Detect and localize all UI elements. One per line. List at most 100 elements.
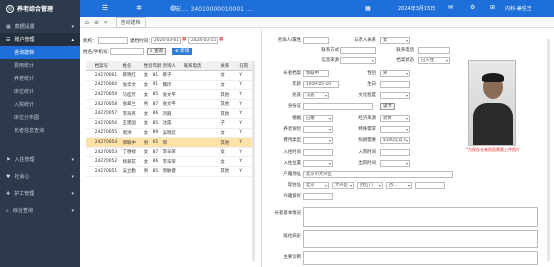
gender-select[interactable]: 男 <box>380 70 410 77</box>
fee-month-input[interactable] <box>380 149 410 156</box>
add-button[interactable]: ⊕ 新增 <box>172 48 193 55</box>
table-row[interactable]: 24270056 王建国女 85 沈霞子 Y <box>86 118 254 129</box>
hobby-input[interactable] <box>303 193 333 200</box>
table-row[interactable]: 24270051 吴立勤男 85 周敏健 其他 Y <box>86 166 254 177</box>
header-cell[interactable]: 联系电话 <box>182 61 220 72</box>
sidebar-item-care-stats[interactable]: 养老统计 <box>0 72 80 85</box>
table-row[interactable]: 24270058 张翠兰男 87 张文平 其他 Y <box>86 99 254 110</box>
table-row[interactable]: 24270060 张华文女 91 魏玲女 Y <box>86 80 254 91</box>
household-input[interactable]: 北京市大兴区 <box>303 171 453 178</box>
checkin-type-select[interactable] <box>303 160 333 167</box>
textarea-illness[interactable] <box>303 230 538 248</box>
sidebar-menu-query[interactable]: ⌕ 综合查询 ▾ <box>0 204 80 217</box>
table-row[interactable]: 24270053 丁德禄女 87 李辛荣女 Y <box>86 147 254 158</box>
table-row[interactable]: 24270057 李海英女 86 刘丽 其他 Y <box>86 108 254 120</box>
sidebar-item-admission-stats[interactable]: 入院统计 <box>0 98 80 111</box>
relation-select[interactable]: 女 <box>380 37 410 44</box>
fee-amount-select[interactable]: $100元以下 <box>380 137 410 144</box>
ethnic-select[interactable]: 汉族 <box>303 92 329 99</box>
label-archive: 长者档案 <box>283 71 301 76</box>
income-select[interactable]: 退休 <box>380 115 410 122</box>
date-from-input[interactable]: 2024-03-01 <box>151 37 181 44</box>
source-select[interactable] <box>340 57 376 64</box>
sidebar-item-bed-map[interactable]: 床位分布图 <box>0 111 80 124</box>
contact-input[interactable] <box>340 47 376 54</box>
gear-icon[interactable]: ⚙ <box>470 4 475 11</box>
query-input[interactable] <box>110 48 144 55</box>
person-name-input[interactable] <box>303 37 329 44</box>
sidebar-item-elder-query[interactable]: 长者信息查询 <box>0 124 80 137</box>
date-to-input[interactable]: 2024-03-15 <box>188 37 218 44</box>
status-select[interactable]: 已入住 <box>418 57 450 64</box>
sidebar-item-consult[interactable]: 咨询建档 <box>0 46 80 59</box>
table-row[interactable]: 24270055 周洪女 89 吴晓云女 Y <box>86 128 254 139</box>
gear-icon[interactable]: ✲ <box>122 4 156 12</box>
table-cell: 85 <box>151 89 162 100</box>
birthday2-input[interactable] <box>380 81 410 88</box>
header-cell[interactable]: 关系 <box>219 61 239 72</box>
form-scrollbar[interactable] <box>547 39 550 261</box>
district-select[interactable]: 西红门 <box>357 182 383 189</box>
date-label: 建档时间： <box>130 39 153 44</box>
table-row[interactable]: 24270054 郭联中男 65 郭其他 Y <box>86 137 254 148</box>
table-cell: 女 <box>142 80 152 91</box>
lock-icon[interactable]: ⊞ <box>490 4 495 11</box>
birthday-input[interactable]: 1959-05-10 <box>303 81 339 88</box>
fee-type-select[interactable] <box>303 137 333 144</box>
sidebar-menu-data-settings[interactable]: ▦ 数据设置 ▾ <box>0 20 80 33</box>
table-row[interactable]: 24270052 杨翠花女 86 李辛荣女 Y <box>86 156 254 168</box>
row-marker <box>86 99 94 110</box>
sidebar-item-bed-stats[interactable]: 床位统计 <box>0 85 80 98</box>
pension-select[interactable] <box>303 126 333 133</box>
table-row[interactable]: 24270061 蔡晓红女 81 蔡子女 Y <box>86 70 254 81</box>
label-fee_month: 入院时间 <box>358 150 376 155</box>
sidebar-menu-caregiver[interactable]: ✚ 护工管理 ▾ <box>0 187 80 200</box>
sidebar-menu-checkin[interactable]: ⚑ 入住管理 ▾ <box>0 153 80 166</box>
textarea-allergy[interactable] <box>303 251 538 265</box>
tab-consult[interactable]: 咨询建档 <box>115 16 146 28</box>
user-menu[interactable]: 内科-兼任王 <box>505 5 532 12</box>
sidebar-menu-account[interactable]: ☰ 账户管理 ▴ <box>0 33 80 46</box>
menu-icon[interactable]: ≡ <box>94 19 99 26</box>
name-input[interactable]: 郭联中 <box>303 70 329 77</box>
edu-select[interactable] <box>380 92 410 99</box>
grid-icon[interactable]: ▦ <box>365 5 371 12</box>
sidebar-menu-social[interactable]: ♥ 社会心 ▾ <box>0 170 80 183</box>
read-card-button[interactable]: 读卡 <box>380 103 395 110</box>
calendar-icon[interactable]: ▦ <box>219 37 223 42</box>
sidebar-item-fee-stats[interactable]: 费用统计 <box>0 59 80 72</box>
phone-input[interactable] <box>418 47 450 54</box>
list-scrollbar[interactable] <box>252 61 255 261</box>
header-cell[interactable]: 档案号 <box>93 61 122 72</box>
street-select[interactable]: 西... <box>386 182 412 189</box>
header-cell[interactable]: 咨询人 <box>161 61 183 72</box>
header-cell[interactable]: 年龄 <box>151 61 162 72</box>
idcard-input[interactable] <box>303 103 373 110</box>
health-select[interactable] <box>380 126 410 133</box>
province-select[interactable]: 北京 <box>303 182 329 189</box>
header-cell[interactable]: 性别 <box>142 61 152 72</box>
elder-photo[interactable] <box>468 60 516 146</box>
city-select[interactable]: 大兴区 <box>332 182 354 189</box>
home-icon[interactable]: ☰ <box>88 4 122 12</box>
discharge-select[interactable] <box>380 160 410 167</box>
chevron-down-icon: ▾ <box>71 23 74 30</box>
home-icon[interactable]: ⌂ <box>85 19 89 26</box>
header-cell[interactable]: 姓名 <box>121 61 143 72</box>
address-detail-input[interactable] <box>415 182 445 189</box>
marriage-select[interactable]: 已婚 <box>303 115 333 122</box>
org-input[interactable] <box>98 37 128 44</box>
back-icon[interactable]: « <box>104 19 108 26</box>
table-cell <box>182 108 220 120</box>
org-label: 机构： <box>83 39 97 44</box>
bell-icon[interactable]: ✉ <box>448 4 453 11</box>
sidebar-item-label: 床位分布图 <box>14 115 40 121</box>
textarea-history[interactable] <box>303 207 538 227</box>
sidebar-item-label: 养老统计 <box>14 76 35 82</box>
table-row[interactable]: 24270059 马桂芳女 85 张文平 其他 Y <box>86 89 254 100</box>
label-address: 现住址 <box>287 183 301 188</box>
search-button[interactable]: ⌕ 查询 <box>147 48 166 55</box>
checkin-time-input[interactable] <box>303 149 333 156</box>
calendar-icon[interactable]: ▦ <box>182 37 186 42</box>
table-cell: 张翠兰 <box>121 99 143 110</box>
